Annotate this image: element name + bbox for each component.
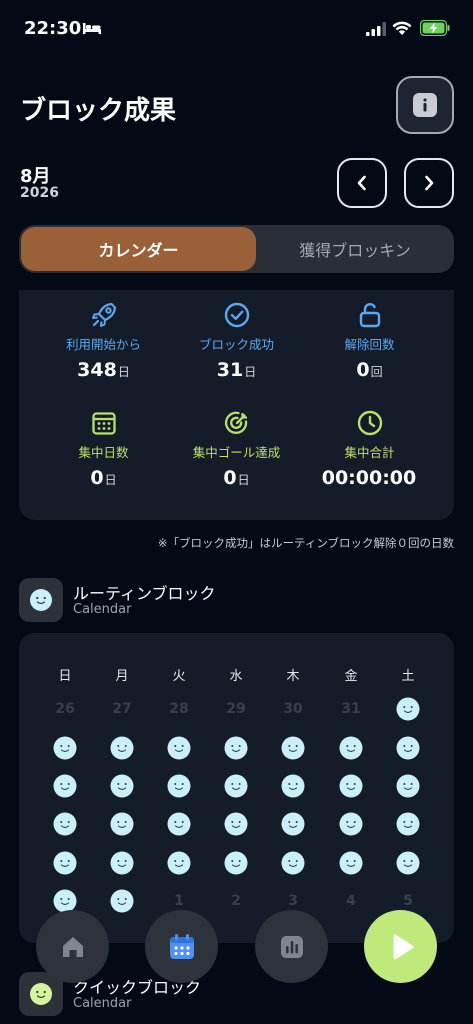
calendar-day-success-face-icon[interactable] <box>159 774 199 798</box>
calendar-day-success-face-icon[interactable] <box>45 812 85 836</box>
calendar-day-success-face-icon[interactable] <box>388 851 428 875</box>
calendar-day-success-face-icon[interactable] <box>331 736 371 760</box>
weekday-header: 水 <box>229 669 243 684</box>
home-icon <box>62 936 83 957</box>
calendar-day-success-face-icon[interactable] <box>102 736 142 760</box>
calendar-outside-day: 31 <box>341 701 361 717</box>
tab-stats[interactable] <box>255 910 328 983</box>
wifi-icon <box>392 21 412 35</box>
smiley-blue-icon <box>19 578 63 622</box>
stat-label: 解除回数 <box>344 337 395 352</box>
tab-home[interactable] <box>36 910 109 983</box>
calendar-day-success-face-icon[interactable] <box>273 812 313 836</box>
stat-value: 0日 <box>90 467 117 489</box>
stat-unlock-count: 解除回数 0回 <box>297 300 442 381</box>
calendar-day-success-face-icon[interactable] <box>273 774 313 798</box>
calendar-outside-day: 27 <box>112 701 132 717</box>
calendar-day-success-face-icon[interactable] <box>102 774 142 798</box>
calendar-day-success-face-icon[interactable] <box>273 736 313 760</box>
cell-signal-icon <box>366 22 386 36</box>
stats-card: 利用開始から 348日 ブロック成功 31日 解除回数 0回 集中日数 0日 集… <box>19 290 454 520</box>
bar-chart-icon <box>280 935 303 958</box>
target-icon <box>224 411 247 434</box>
stat-label: 利用開始から <box>65 337 141 352</box>
play-icon <box>393 934 413 959</box>
stat-value: 31日 <box>216 359 257 381</box>
stat-focus-goal: 集中ゴール達成 0日 <box>164 408 309 489</box>
tab-calendar[interactable]: カレンダー <box>21 227 256 271</box>
calendar-day-success-face-icon[interactable] <box>331 851 371 875</box>
calendar-outside-day: 30 <box>283 701 303 717</box>
stat-label: 集中合計 <box>344 445 395 460</box>
stat-value: 00:00:00 <box>321 467 417 489</box>
calendar-day-success-face-icon[interactable] <box>273 851 313 875</box>
calendar-day-success-face-icon[interactable] <box>102 812 142 836</box>
view-segment-control: カレンダー 獲得ブロッキン <box>19 225 454 273</box>
stat-focus-days: 集中日数 0日 <box>31 408 176 489</box>
calendar-outside-day: 28 <box>169 701 189 717</box>
calendar-day-success-face-icon[interactable] <box>216 812 256 836</box>
calendar-day-success-face-icon[interactable] <box>388 812 428 836</box>
tab-earned-blockin[interactable]: 獲得ブロッキン <box>256 225 454 273</box>
year-label: 2026 <box>20 185 59 201</box>
calendar-day-success-face-icon[interactable] <box>216 736 256 760</box>
calendar-outside-day: 29 <box>226 701 246 717</box>
weekday-header: 月 <box>115 669 129 684</box>
battery-charging-icon <box>420 20 450 36</box>
info-button[interactable] <box>396 76 454 134</box>
chevron-left-icon <box>357 175 366 191</box>
calendar-day-success-face-icon[interactable] <box>388 736 428 760</box>
section-subtitle: Calendar <box>73 996 132 1011</box>
calendar-day-success-face-icon[interactable] <box>216 851 256 875</box>
calendar-outside-day: 26 <box>55 701 75 717</box>
status-bar: 22:30 <box>0 0 473 60</box>
calendar-day-success-face-icon[interactable] <box>159 812 199 836</box>
calendar-grid: 日月火水木金土 26 27 28 29 30 31 1 2 3 4 5 <box>19 633 454 943</box>
calendar-day-success-face-icon[interactable] <box>216 774 256 798</box>
unlock-icon <box>359 303 380 328</box>
weekday-header: 木 <box>286 669 300 684</box>
tab-play[interactable] <box>364 910 437 983</box>
section-subtitle: Calendar <box>73 602 132 617</box>
calendar-day-success-face-icon[interactable] <box>388 697 428 721</box>
calendar-grid-icon <box>91 412 116 435</box>
info-icon <box>413 93 437 117</box>
rocket-icon <box>91 302 116 327</box>
calendar-day-success-face-icon[interactable] <box>159 851 199 875</box>
weekday-header: 土 <box>401 669 415 684</box>
weekday-header: 火 <box>172 669 186 684</box>
calendar-day-success-face-icon[interactable] <box>388 774 428 798</box>
weekday-header: 金 <box>344 669 358 684</box>
stat-value: 0回 <box>356 359 383 381</box>
page-title: ブロック成果 <box>20 96 177 126</box>
status-time: 22:30 <box>24 18 82 39</box>
clock-icon <box>357 410 382 436</box>
stat-since-start: 利用開始から 348日 <box>31 300 176 381</box>
calendar-icon <box>169 933 194 959</box>
check-circle-icon <box>224 302 249 328</box>
bed-icon <box>83 23 101 34</box>
calendar-day-success-face-icon[interactable] <box>331 812 371 836</box>
footnote: ※「ブロック成功」はルーティンブロック解除０回の日数 <box>157 536 454 550</box>
calendar-day-success-face-icon[interactable] <box>45 736 85 760</box>
calendar-day-success-face-icon[interactable] <box>45 774 85 798</box>
stat-value: 0日 <box>223 467 250 489</box>
next-month-button[interactable] <box>404 158 454 208</box>
stat-label: 集中ゴール達成 <box>192 445 281 460</box>
weekday-header: 日 <box>58 669 72 684</box>
tab-bar <box>0 905 473 995</box>
chevron-right-icon <box>425 175 434 191</box>
calendar-day-success-face-icon[interactable] <box>159 736 199 760</box>
section-title: ルーティンブロック <box>73 584 216 603</box>
calendar-day-success-face-icon[interactable] <box>102 851 142 875</box>
stat-label: 集中日数 <box>78 445 129 460</box>
stat-label: ブロック成功 <box>198 337 274 352</box>
tab-calendar-nav[interactable] <box>145 910 218 983</box>
calendar-day-success-face-icon[interactable] <box>45 851 85 875</box>
stat-value: 348日 <box>77 359 130 381</box>
calendar-day-success-face-icon[interactable] <box>331 774 371 798</box>
previous-month-button[interactable] <box>337 158 387 208</box>
stat-focus-total: 集中合計 00:00:00 <box>297 408 442 489</box>
stat-block-success: ブロック成功 31日 <box>164 300 309 381</box>
